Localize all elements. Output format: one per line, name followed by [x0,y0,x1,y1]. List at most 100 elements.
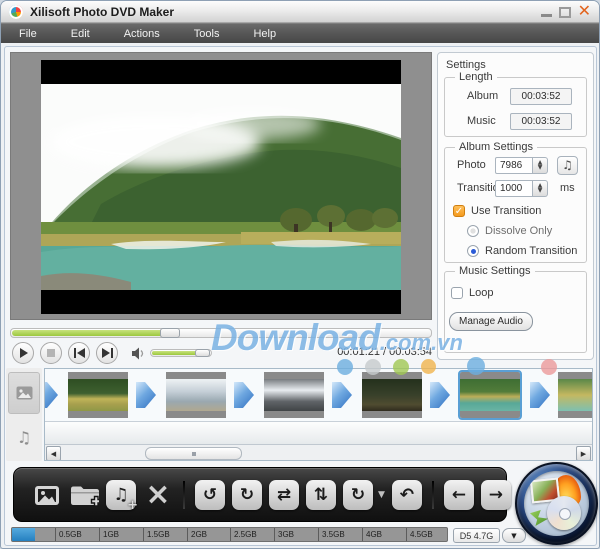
add-folder-icon [69,480,99,510]
capacity-tick: 1GB [99,528,119,541]
music-label: Music [467,115,496,127]
loop-checkbox[interactable] [451,287,463,299]
move-left-button[interactable]: ← [444,480,474,510]
photo-music-note-icon[interactable]: ♫ [557,156,578,175]
timeline-thumbnail-5-selected[interactable] [460,372,520,418]
move-right-button[interactable]: → [481,480,511,510]
preview-stage [10,52,432,320]
menu-edit[interactable]: Edit [67,26,94,42]
timeline-tab-strip: ♫ [6,368,42,461]
timeline-thumbnail-6[interactable] [558,372,593,418]
transition-arrow-icon[interactable] [234,382,254,408]
app-icon [9,5,23,19]
toolbar-separator [432,481,434,509]
dissolve-only-label: Dissolve Only [485,225,552,237]
burn-button[interactable] [515,462,598,545]
capacity-tick: 3.5GB [318,528,345,541]
swap-horizontal-button[interactable]: ⇄ [269,480,299,510]
timeline-thumbnail-4[interactable] [362,372,422,418]
transition-arrow-icon[interactable] [136,382,156,408]
undo-button[interactable]: ↶ [392,480,422,510]
photo-duration-label: Photo [457,159,486,171]
seek-bar[interactable] [10,328,432,338]
capacity-tick: 0.5GB [55,528,82,541]
scroll-right-icon[interactable]: ▶ [576,446,591,461]
album-settings-group: Album Settings Photo 7986 ▲▼ ms ♫ Transi… [444,147,587,263]
menu-tools[interactable]: Tools [190,26,224,42]
transition-duration-input[interactable]: 1000 [495,180,533,197]
disc-icon [547,496,581,530]
dissolve-only-radio[interactable] [467,225,479,237]
tab-music[interactable]: ♫ [8,416,40,458]
capacity-tick: 3GB [274,528,294,541]
delete-button[interactable]: × [143,480,173,510]
previous-button[interactable] [68,342,90,364]
title-bar: Xilisoft Photo DVD Maker ✕ [1,1,599,23]
add-folder-button[interactable] [69,480,99,510]
rotate-left-button[interactable]: ↺ [195,480,225,510]
main-toolbar: ♫+ × ↺ ↻ ⇄ ⇅ ↻ ▼ ↶ ← → [13,467,507,522]
play-button[interactable] [12,342,34,364]
next-button[interactable] [96,342,118,364]
toolbar-separator [183,481,185,509]
menu-actions[interactable]: Actions [120,26,164,42]
time-display: 00:01:21 / 00:03:54 [337,346,432,358]
seek-progress [12,330,163,336]
scrollbar-thumb[interactable] [145,447,242,460]
menu-help[interactable]: Help [249,26,280,42]
photo-duration-stepper[interactable]: ▲▼ [533,157,548,174]
transition-dropdown-caret-icon[interactable]: ▼ [378,490,385,500]
settings-title: Settings [446,59,486,71]
volume-handle[interactable] [195,349,210,357]
tab-photos[interactable] [8,372,40,414]
timeline-scrollbar[interactable]: ◀ ▶ [45,444,592,461]
add-music-button[interactable]: ♫+ [106,480,136,510]
capacity-used-fill [12,528,35,541]
capacity-tick: 2GB [187,528,207,541]
transition-effect-button[interactable]: ↻ [343,480,373,510]
volume-slider[interactable] [150,349,212,357]
timeline-thumbnail-2[interactable] [166,372,226,418]
album-settings-legend: Album Settings [455,141,537,153]
photo-track [45,369,592,421]
preview-photo [41,84,401,290]
preview-letterbox [41,60,401,314]
add-photo-button[interactable] [32,480,62,510]
plus-badge-icon: + [127,498,138,513]
seek-handle[interactable] [160,328,180,338]
green-arrow-icon [530,510,548,526]
close-icon[interactable]: ✕ [578,4,591,18]
disc-type-dropdown-icon[interactable]: ▼ [502,528,526,543]
timeline-thumbnail-1[interactable] [68,372,128,418]
album-label: Album [467,90,498,102]
timeline-thumbnail-3[interactable] [264,372,324,418]
random-transition-radio[interactable] [467,245,479,257]
add-photo-icon [32,480,62,510]
music-track[interactable] [45,421,592,444]
photo-duration-input[interactable]: 7986 [495,157,533,174]
stop-button[interactable] [40,342,62,364]
photo-tab-icon [16,386,33,400]
settings-panel: Settings Length Album 00:03:52 Music 00:… [437,52,594,360]
menu-file[interactable]: File [15,26,41,42]
maximize-icon[interactable] [559,7,571,18]
album-length-value: 00:03:52 [510,88,572,105]
volume-icon[interactable] [131,347,146,365]
loop-label: Loop [469,287,493,299]
use-transition-checkbox[interactable]: ✓ [453,205,465,217]
minimize-icon[interactable] [541,5,552,17]
delete-x-icon: × [145,481,170,509]
disc-type-select[interactable]: D5 4.7G [453,528,500,543]
transition-unit: ms [560,182,575,194]
transition-duration-stepper[interactable]: ▲▼ [533,180,548,197]
swap-vertical-button[interactable]: ⇅ [306,480,336,510]
transition-arrow-icon[interactable] [430,382,450,408]
rotate-right-button[interactable]: ↻ [232,480,262,510]
manage-audio-button[interactable]: Manage Audio [449,312,533,331]
transition-arrow-icon[interactable] [530,382,550,408]
scroll-left-icon[interactable]: ◀ [46,446,61,461]
transition-arrow-icon[interactable] [332,382,352,408]
burn-icon [524,471,589,536]
window-title: Xilisoft Photo DVD Maker [30,5,174,19]
transition-arrow-icon[interactable] [44,382,58,408]
